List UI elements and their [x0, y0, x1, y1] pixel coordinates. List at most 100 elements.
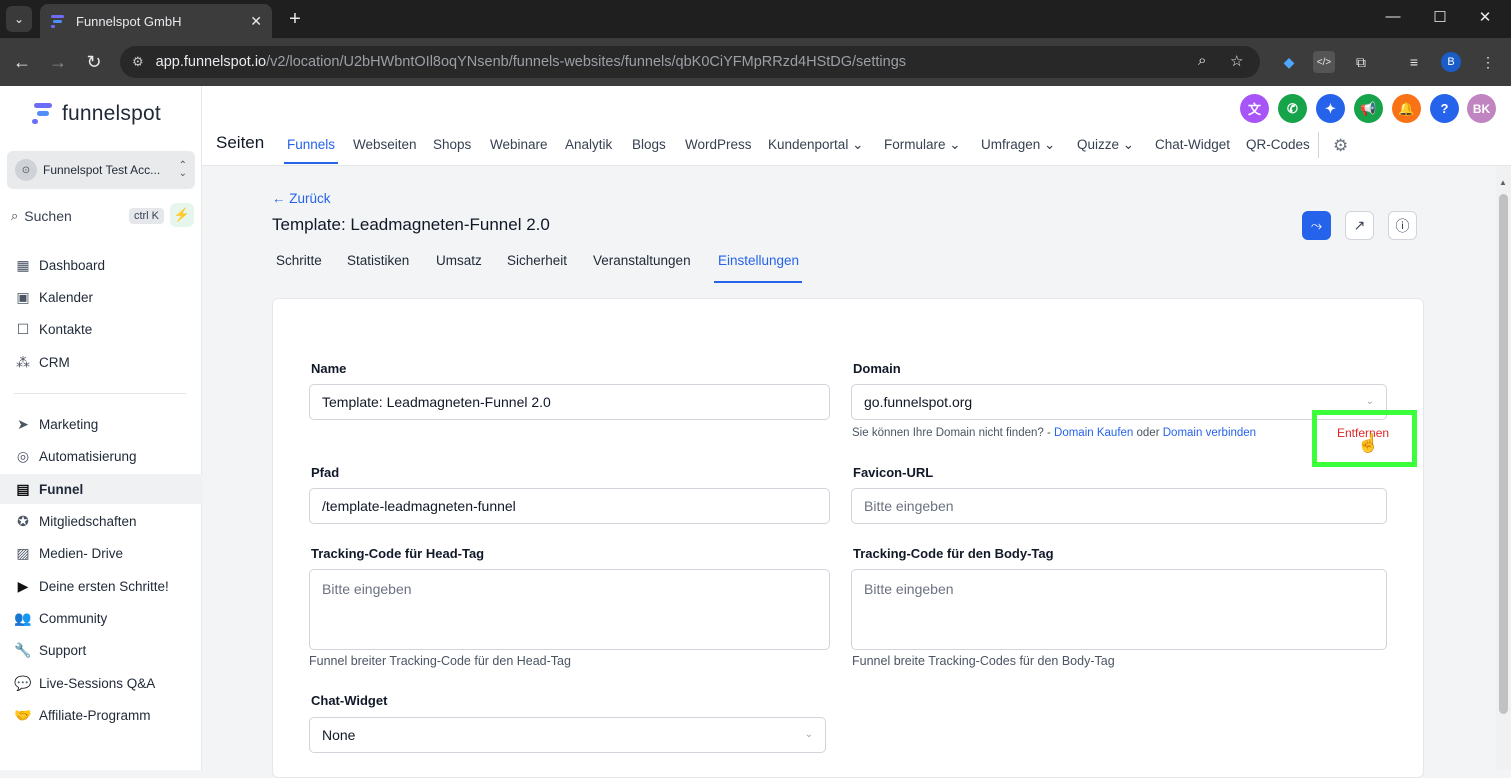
info-button[interactable]: ⓘ	[1388, 211, 1417, 240]
sidebar-item-support[interactable]: 🔧 Support	[0, 635, 202, 665]
open-external-button[interactable]: ↗	[1345, 211, 1374, 240]
sidebar-item-crm[interactable]: ⁂ CRM	[0, 347, 202, 377]
back-arrow-icon[interactable]: ←	[10, 50, 34, 74]
browser-toolbar: ← → ↻ ⚙ app.funnelspot.io/v2/location/U2…	[0, 38, 1511, 86]
extension-code-icon[interactable]: </>	[1313, 51, 1335, 73]
chevron-down-icon: ⌄	[1044, 137, 1056, 152]
tab-label: Umfragen	[981, 137, 1041, 152]
sidebar-item-mitgliedschaften[interactable]: ✪ Mitgliedschaften	[0, 506, 202, 536]
tab-funnels[interactable]: Funnels	[287, 137, 335, 152]
tab-webseiten[interactable]: Webseiten	[353, 137, 417, 152]
reload-icon[interactable]: ↻	[82, 50, 106, 74]
domain-buy-link[interactable]: Domain Kaufen	[1054, 427, 1133, 439]
tab-webinare[interactable]: Webinare	[490, 137, 548, 152]
help-icon[interactable]: ?	[1430, 94, 1459, 123]
quick-action-bolt-icon[interactable]: ⚡	[170, 203, 194, 227]
path-input[interactable]: /template-leadmagneten-funnel	[309, 488, 830, 524]
chat-widget-select[interactable]: None ⌄	[309, 717, 826, 753]
domain-value: go.funnelspot.org	[864, 394, 973, 410]
sidebar-item-erste-schritte[interactable]: ▶ Deine ersten Schritte!	[0, 571, 202, 601]
browser-menu-icon[interactable]: ⋮	[1477, 51, 1499, 73]
translate-icon[interactable]: 文	[1240, 94, 1269, 123]
scroll-up-icon[interactable]: ▲	[1499, 178, 1507, 187]
user-avatar[interactable]: BK	[1467, 94, 1496, 123]
domain-connect-link[interactable]: Domain verbinden	[1163, 427, 1256, 439]
address-bar[interactable]: ⚙ app.funnelspot.io/v2/location/U2bHWbnt…	[120, 46, 1260, 78]
sidebar-item-marketing[interactable]: ➤ Marketing	[0, 409, 202, 439]
favicon-input[interactable]: Bitte eingeben	[851, 488, 1387, 524]
search-icon: ⌕	[11, 208, 19, 223]
name-input[interactable]: Template: Leadmagneten-Funnel 2.0	[309, 384, 830, 420]
tab-blogs[interactable]: Blogs	[632, 137, 666, 152]
share-button[interactable]: ⤳	[1302, 211, 1331, 240]
scroll-thumb[interactable]	[1499, 194, 1508, 714]
sidebar-item-kalender[interactable]: ▣ Kalender	[0, 282, 202, 312]
extensions-puzzle-icon[interactable]: ⧉	[1350, 51, 1372, 73]
subtab-umsatz[interactable]: Umsatz	[436, 253, 482, 268]
extension-diamond-icon[interactable]: ◆	[1278, 51, 1300, 73]
sidebar-item-label: Dashboard	[39, 257, 106, 273]
info-icon: ⓘ	[1395, 217, 1410, 234]
site-info-icon[interactable]: ⚙	[132, 54, 144, 70]
body-tracking-textarea[interactable]: Bitte eingeben	[851, 569, 1387, 650]
subtab-veranstaltungen[interactable]: Veranstaltungen	[593, 253, 691, 268]
domain-help-text: Sie können Ihre Domain nicht finden? -	[852, 427, 1051, 439]
search-label: Suchen	[24, 208, 72, 224]
window-close-icon[interactable]: ✕	[1475, 8, 1495, 26]
back-link[interactable]: ← Zurück	[272, 191, 331, 206]
sidebar-item-live-sessions[interactable]: 💬 Live-Sessions Q&A	[0, 668, 202, 698]
subtab-statistiken[interactable]: Statistiken	[347, 253, 409, 268]
subtab-schritte[interactable]: Schritte	[276, 253, 322, 268]
tab-umfragen[interactable]: Umfragen ⌄	[981, 137, 1055, 153]
subtab-sicherheit[interactable]: Sicherheit	[507, 253, 567, 268]
page-scrollbar[interactable]: ▲	[1496, 166, 1511, 770]
tab-kundenportal[interactable]: Kundenportal ⌄	[768, 137, 863, 153]
sidebar-item-label: Deine ersten Schritte!	[39, 578, 169, 594]
sidebar-search[interactable]: ⌕ Suchen ctrl K	[7, 203, 164, 229]
tab-analytik[interactable]: Analytik	[565, 137, 612, 152]
sidebar-item-label: Funnel	[39, 481, 84, 497]
tab-qr-codes[interactable]: QR-Codes	[1246, 137, 1310, 152]
external-link-icon: ↗	[1353, 217, 1366, 233]
search-shortcut: ctrl K	[128, 208, 164, 224]
sidebar-item-dashboard[interactable]: ▦ Dashboard	[0, 250, 202, 280]
sidebar-item-community[interactable]: 👥 Community	[0, 603, 202, 633]
tab-quizze[interactable]: Quizze ⌄	[1077, 137, 1134, 153]
ai-sparkle-icon[interactable]: ✦	[1316, 94, 1345, 123]
crm-icon: ⁂	[16, 353, 30, 370]
tab-label: Formulare	[884, 137, 946, 152]
announcement-icon[interactable]: 📢	[1354, 94, 1383, 123]
phone-icon[interactable]: ✆	[1278, 94, 1307, 123]
tab-search-button[interactable]: ⌄	[6, 6, 32, 32]
tab-title: Funnelspot GmbH	[76, 13, 182, 29]
sidebar-item-label: Automatisierung	[39, 448, 137, 464]
head-tracking-textarea[interactable]: Bitte eingeben	[309, 569, 830, 650]
contacts-icon: ☐	[16, 320, 30, 337]
profile-avatar[interactable]: B	[1441, 52, 1461, 72]
tab-close-icon[interactable]: ✕	[250, 13, 262, 30]
tab-chat-widget[interactable]: Chat-Widget	[1155, 137, 1230, 152]
sidebar-item-automatisierung[interactable]: ◎ Automatisierung	[0, 441, 202, 471]
share-icon: ⤳	[1310, 217, 1323, 233]
tab-wordpress[interactable]: WordPress	[685, 137, 752, 152]
sidebar-item-medien-drive[interactable]: ▨ Medien- Drive	[0, 538, 202, 568]
account-switcher[interactable]: ⊙ Funnelspot Test Acc... ⌃ ⌄	[7, 151, 195, 189]
subtab-einstellungen[interactable]: Einstellungen	[718, 253, 799, 268]
browser-tab[interactable]: Funnelspot GmbH ✕	[40, 4, 272, 38]
new-tab-button[interactable]: +	[282, 6, 308, 32]
domain-select[interactable]: go.funnelspot.org ⌄	[851, 384, 1387, 420]
bookmark-star-icon[interactable]: ☆	[1230, 52, 1243, 70]
tab-shops[interactable]: Shops	[433, 137, 471, 152]
zoom-icon[interactable]: ⌕	[1198, 52, 1206, 69]
gear-icon[interactable]: ⚙	[1333, 136, 1348, 156]
maximize-icon[interactable]: ☐	[1430, 8, 1450, 26]
sidebar-item-affiliate[interactable]: 🤝 Affiliate-Programm	[0, 700, 202, 730]
media-queue-icon[interactable]: ≡	[1403, 51, 1425, 73]
forward-arrow-icon[interactable]: →	[46, 50, 70, 74]
logo[interactable]: funnelspot	[32, 102, 161, 126]
notification-bell-icon[interactable]: 🔔	[1392, 94, 1421, 123]
sidebar-item-funnel[interactable]: ▤ Funnel	[0, 474, 202, 504]
tab-formulare[interactable]: Formulare ⌄	[884, 137, 961, 153]
sidebar-item-kontakte[interactable]: ☐ Kontakte	[0, 314, 202, 344]
minimize-icon[interactable]: —	[1383, 8, 1403, 25]
